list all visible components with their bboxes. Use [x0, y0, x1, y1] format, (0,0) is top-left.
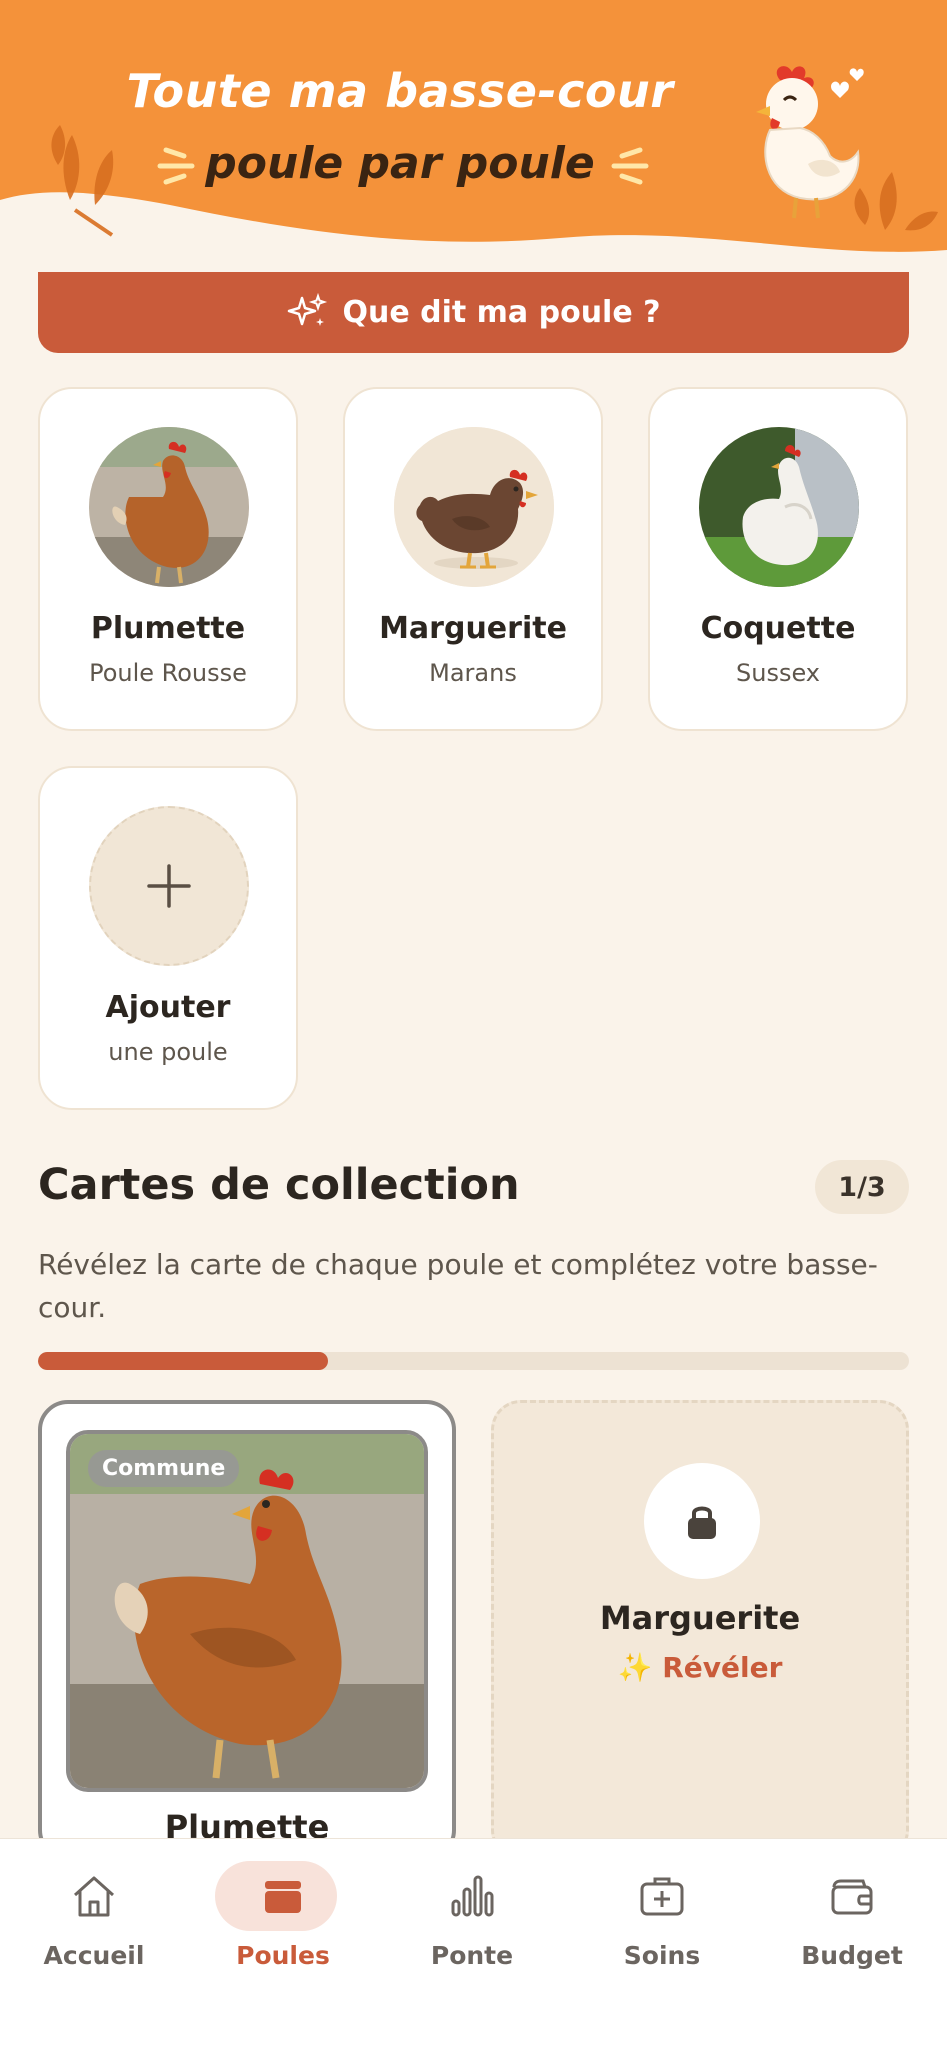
ask-hen-button[interactable]: Que dit ma poule ? [38, 272, 909, 353]
coop-icon [250, 1863, 316, 1929]
add-hen-subtitle: une poule [108, 1038, 228, 1066]
lock-circle [644, 1463, 760, 1579]
bar-chart-icon [439, 1863, 505, 1929]
hen-card-coquette[interactable]: Coquette Sussex [648, 387, 908, 731]
chicken-mascot-icon [756, 66, 864, 219]
nav-item-poules[interactable]: Poules [213, 1861, 353, 1983]
sparkle-right-icon [611, 147, 649, 185]
hen-card-marguerite[interactable]: Marguerite Marans [343, 387, 603, 731]
nav-label: Ponte [430, 1941, 514, 1970]
nav-item-accueil[interactable]: Accueil [24, 1863, 164, 1983]
hen-name: Coquette [700, 611, 856, 646]
hen-breed: Sussex [736, 659, 820, 687]
add-hen-title: Ajouter [105, 990, 231, 1025]
home-icon [61, 1863, 127, 1929]
lock-icon [688, 1506, 716, 1539]
add-hen-circle [89, 806, 249, 966]
sparkle-left-icon [157, 147, 195, 185]
collection-progress-bar [38, 1352, 909, 1370]
hen-avatar-plumette [89, 427, 249, 587]
wallet-icon [819, 1863, 885, 1929]
nav-label: Soins [623, 1941, 701, 1970]
collection-description: Révélez la carte de chaque poule et comp… [38, 1248, 878, 1324]
hen-name: Plumette [90, 611, 246, 646]
hen-avatar-coquette [699, 427, 859, 587]
collection-title: Cartes de collection [38, 1160, 520, 1210]
bottom-nav: Accueil Poules Ponte Soins Budget [0, 1838, 947, 2048]
locked-card-name: Marguerite [599, 1599, 801, 1637]
nav-label: Poules [236, 1941, 330, 1970]
ask-hen-label: Que dit ma poule ? [342, 295, 661, 330]
nav-label: Accueil [43, 1941, 145, 1970]
nav-item-soins[interactable]: Soins [592, 1863, 732, 1983]
hen-card-plumette[interactable]: Plumette Poule Rousse [38, 387, 298, 731]
add-hen-card[interactable]: Ajouter une poule [38, 766, 298, 1110]
sparkles-icon [288, 292, 328, 326]
collection-progress-fill [38, 1352, 329, 1370]
collection-card-plumette[interactable]: Commune Plumette [38, 1400, 456, 1860]
header-subtitle: poule par poule [205, 138, 595, 189]
collection-card-photo: Commune [66, 1430, 428, 1792]
reveal-button[interactable]: ✨ Révéler [494, 1651, 906, 1684]
plus-icon [147, 864, 191, 908]
nav-item-budget[interactable]: Budget [782, 1863, 922, 1983]
nav-item-ponte[interactable]: Ponte [402, 1863, 542, 1983]
nav-label: Budget [801, 1941, 903, 1970]
collection-count-badge: 1/3 [815, 1160, 909, 1214]
header-banner: Toute ma basse-cour poule par poule [0, 0, 947, 272]
collection-card-locked[interactable]: Marguerite ✨ Révéler [491, 1400, 909, 1860]
hen-breed: Poule Rousse [89, 659, 247, 687]
header-title: Toute ma basse-cour [126, 64, 674, 118]
medical-kit-icon [629, 1863, 695, 1929]
hen-name: Marguerite [379, 611, 567, 646]
hen-avatar-marguerite [394, 427, 554, 587]
hen-breed: Marans [429, 659, 517, 687]
rarity-badge: Commune [88, 1450, 240, 1487]
